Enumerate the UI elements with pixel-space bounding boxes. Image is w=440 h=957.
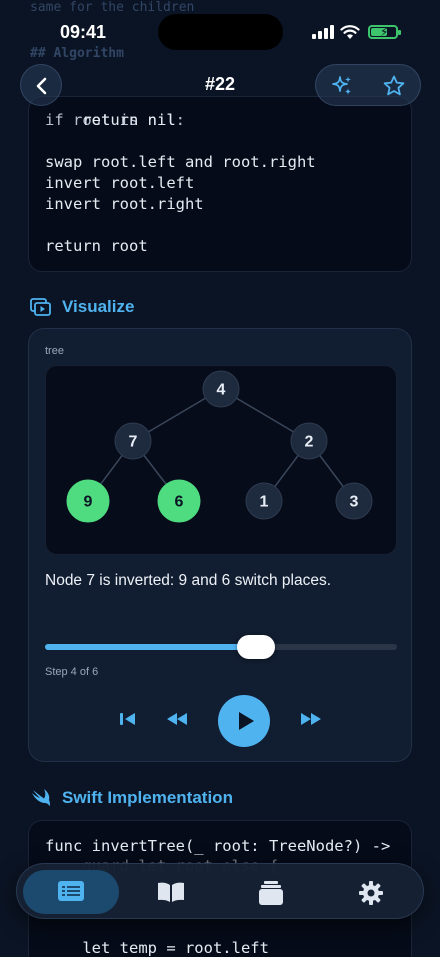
status-time: 09:41: [60, 22, 107, 42]
wifi-icon: [340, 25, 360, 39]
code-line: invert root.left: [45, 174, 195, 192]
code-line: invert root.right: [45, 195, 204, 213]
tab-learn[interactable]: [141, 870, 201, 914]
section-title: Swift Implementation: [62, 788, 233, 807]
tree-node-label: 7: [129, 434, 138, 451]
tree-node-label: 1: [260, 494, 269, 511]
tree-node-root: 4: [202, 370, 240, 408]
sparkles-icon[interactable]: [330, 74, 354, 98]
tab-cards[interactable]: [241, 870, 301, 914]
tree-node-left-right: 6: [157, 479, 201, 523]
gear-icon: [359, 881, 383, 905]
cellular-signal-icon: [312, 25, 334, 39]
code-line: return nil: [45, 111, 176, 129]
stack-icon: [259, 881, 283, 905]
play-button[interactable]: [218, 695, 270, 747]
skip-to-start-icon[interactable]: [119, 711, 137, 727]
header-actions: [315, 64, 421, 106]
star-icon[interactable]: [382, 74, 406, 98]
step-counter: Step 4 of 6: [45, 666, 99, 678]
tree-diagram: 4 7 2 9 6 1 3: [66, 370, 373, 523]
swift-logo-icon: [32, 789, 50, 806]
scrolled-text-faded: same for the children: [30, 0, 195, 15]
tree-node-label: 4: [217, 382, 226, 399]
fast-forward-icon[interactable]: [299, 711, 323, 727]
step-description: Node 7 is inverted: 9 and 6 switch place…: [45, 572, 332, 589]
tree-node-left: 7: [114, 422, 152, 460]
tree-node-left-left: 9: [66, 479, 110, 523]
battery-charging-icon: ⚡: [368, 25, 401, 39]
tree-node-right-left: 1: [245, 482, 283, 520]
scrolled-heading-faded: ## Algorithm: [30, 46, 124, 61]
play-rectangle-stack-icon: [30, 298, 51, 316]
section-title: Visualize: [62, 297, 135, 316]
pseudocode-card: if root is nil: return nil swap root.lef…: [28, 96, 412, 272]
tree-canvas: 4 7 2 9 6 1 3: [45, 365, 397, 555]
code-line: return root: [45, 237, 148, 255]
play-icon: [239, 712, 254, 730]
tree-node-label: 6: [175, 494, 184, 511]
dynamic-island: [158, 14, 283, 50]
code-line: let temp = root.left: [45, 939, 269, 957]
tree-node-label: 9: [84, 494, 93, 511]
tree-node-right: 2: [290, 422, 328, 460]
step-slider-thumb[interactable]: [237, 635, 276, 659]
book-icon: [158, 882, 184, 902]
tab-problems[interactable]: [23, 870, 119, 914]
rewind-icon[interactable]: [165, 711, 189, 727]
code-line: swap root.left and root.right: [45, 153, 316, 171]
tree-node-label: 2: [305, 434, 314, 451]
step-slider-progress: [45, 644, 257, 650]
visualize-card: tree 4 7 2 9 6 1 3 Node 7 is inverted: 9 and 6…: [28, 328, 412, 762]
tree-node-right-right: 3: [335, 482, 373, 520]
visualizer-caption: tree: [45, 345, 64, 357]
list-icon: [58, 881, 84, 901]
tab-settings[interactable]: [341, 870, 401, 914]
tree-node-label: 3: [350, 494, 359, 511]
step-slider-track[interactable]: [45, 644, 397, 650]
tab-bar: [16, 863, 424, 919]
code-line: func invertTree(_ root: TreeNode?) ->: [45, 837, 391, 855]
